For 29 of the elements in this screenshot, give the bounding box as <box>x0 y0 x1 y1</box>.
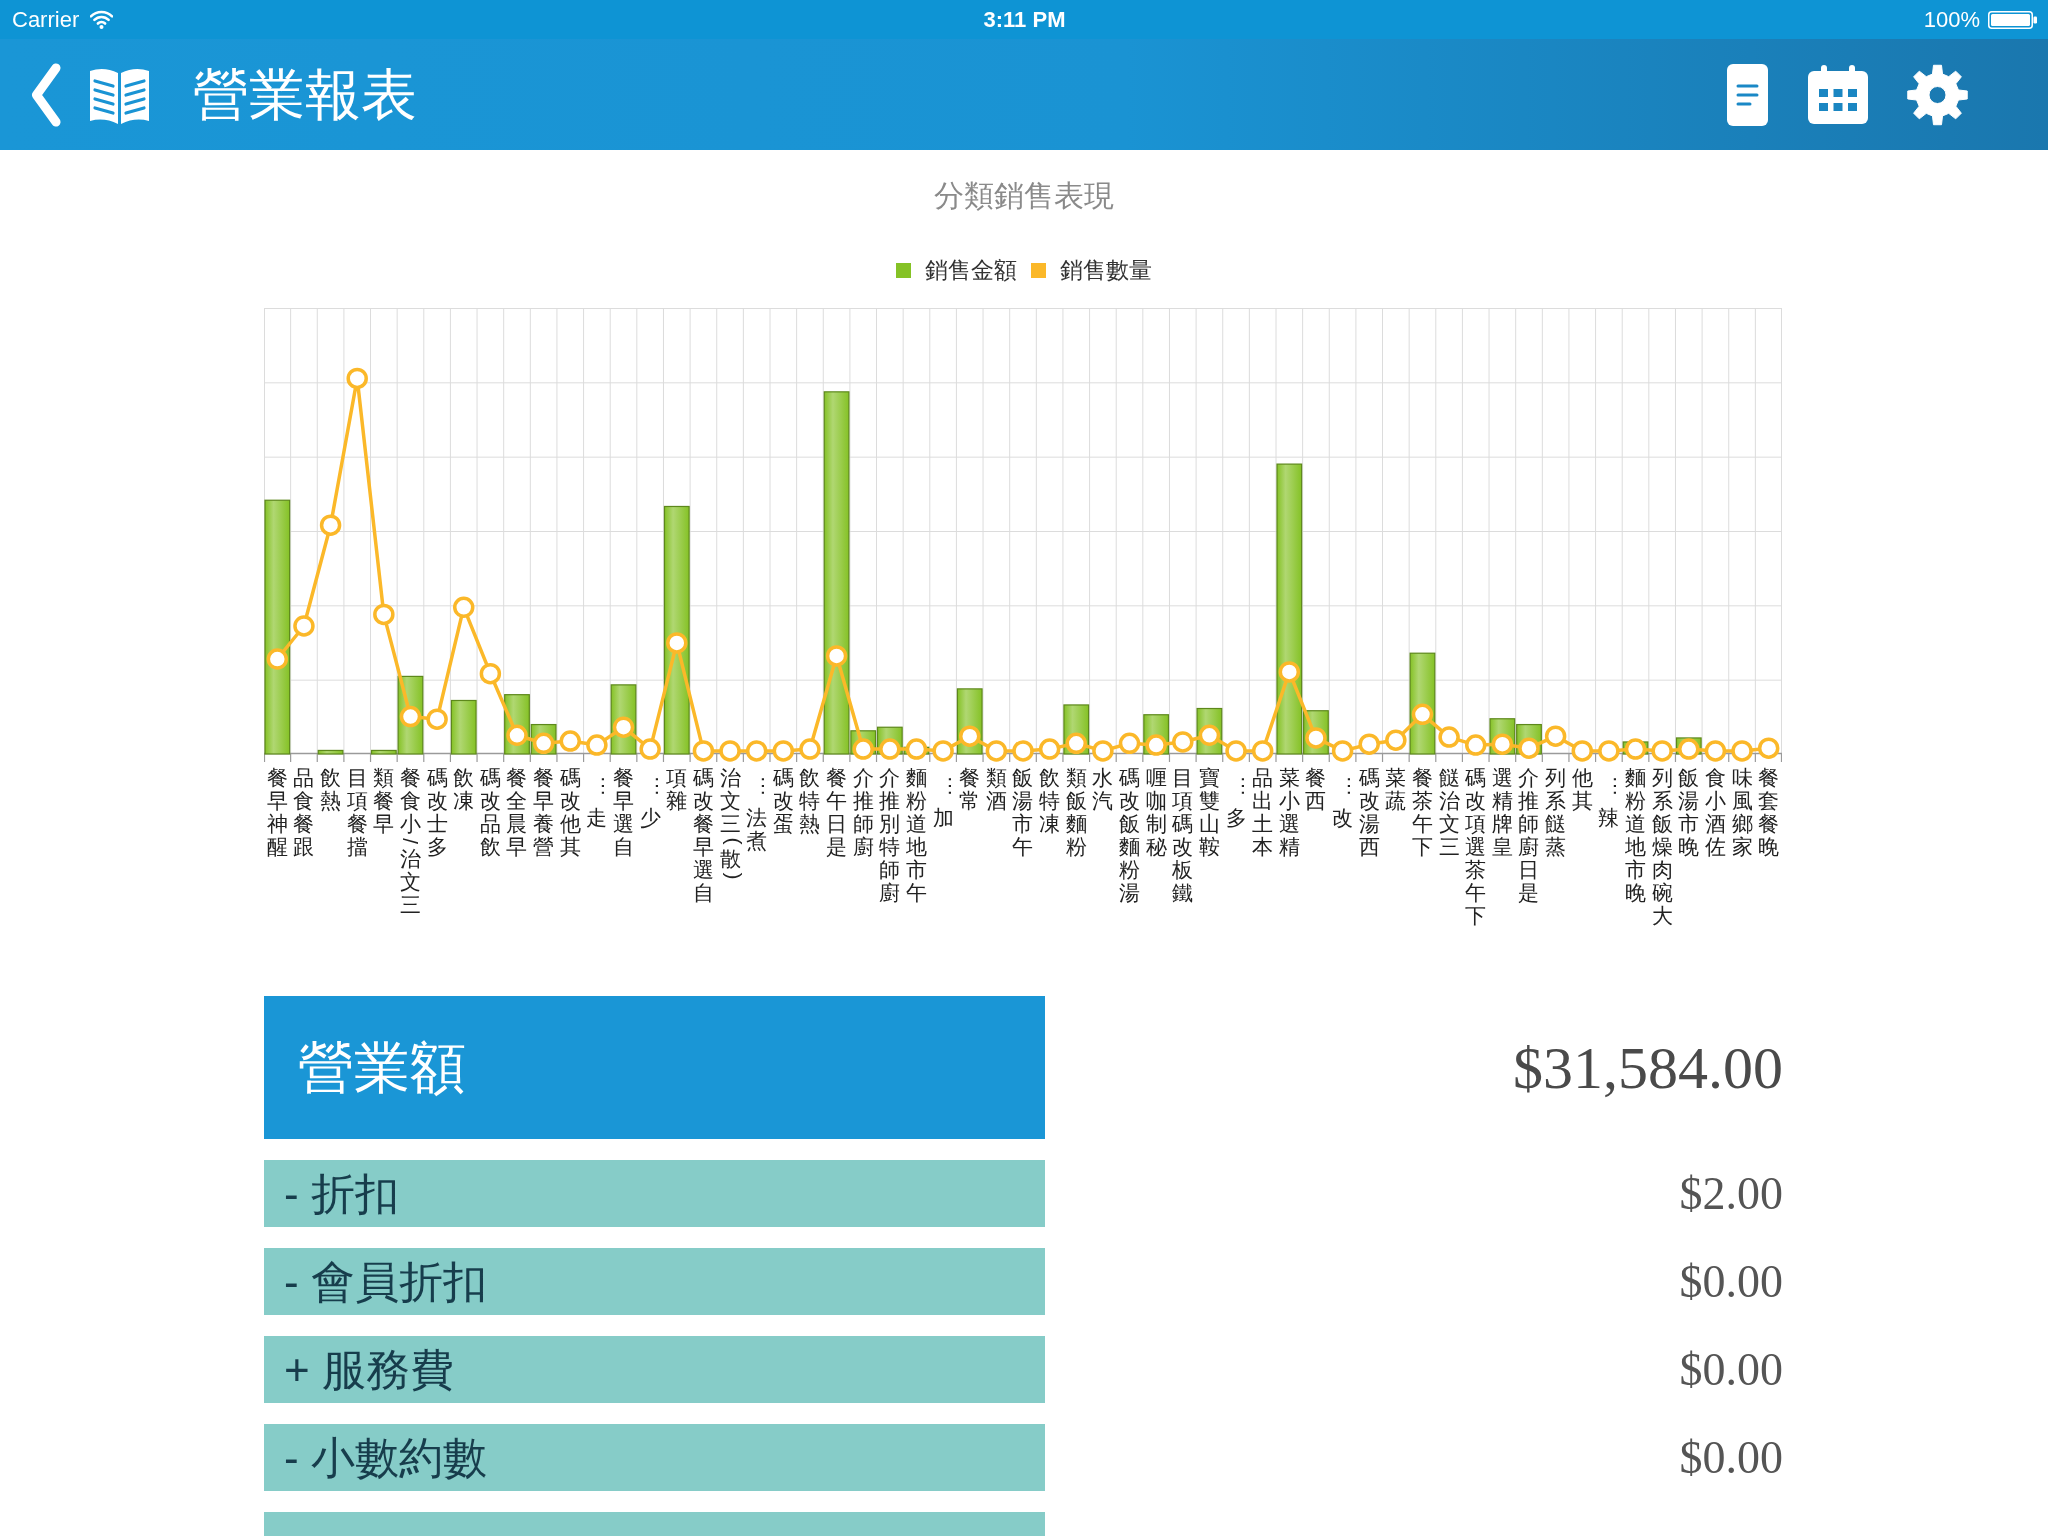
category-label: 少… <box>639 774 662 829</box>
document-icon[interactable] <box>1727 63 1768 126</box>
calendar-icon[interactable] <box>1808 65 1868 124</box>
revenue-value: $31,584.00 <box>1513 1033 1783 1103</box>
wifi-icon <box>90 10 114 29</box>
category-label: 改… <box>1331 774 1354 829</box>
summary-row-label: + 服務費 <box>284 1343 454 1396</box>
chart-title: 分類銷售表現 <box>932 178 1115 214</box>
category-label: 辣… <box>1597 774 1620 829</box>
summary-row-value: $0.00 <box>1679 1254 1783 1309</box>
battery-icon <box>1988 10 2037 29</box>
category-label: 走… <box>585 774 608 829</box>
summary-row-label: - 小數約數 <box>284 1431 487 1484</box>
summary-row-label: - 折扣 <box>284 1167 399 1220</box>
clock-time: 3:11 PM <box>983 6 1066 33</box>
legend-label: 銷售數量 <box>1059 255 1152 285</box>
battery-percent: 100% <box>1923 6 1980 33</box>
page-title: 營業報表 <box>193 62 417 127</box>
summary-row-value: $0.00 <box>1679 1342 1783 1397</box>
category-label: 多… <box>1225 774 1248 829</box>
category-label: 加… <box>932 774 955 829</box>
summary-row-value: $0.00 <box>1679 1430 1783 1485</box>
back-icon[interactable] <box>29 62 63 127</box>
revenue-label: 營業額 <box>298 1035 466 1100</box>
settings-icon[interactable] <box>1907 63 1968 126</box>
summary-row-label: - 會員折扣 <box>284 1255 487 1308</box>
summary-row-value: $2.00 <box>1679 1166 1783 1221</box>
legend-label: 銷售金額 <box>924 255 1017 285</box>
carrier-name: Carrier <box>12 6 80 33</box>
